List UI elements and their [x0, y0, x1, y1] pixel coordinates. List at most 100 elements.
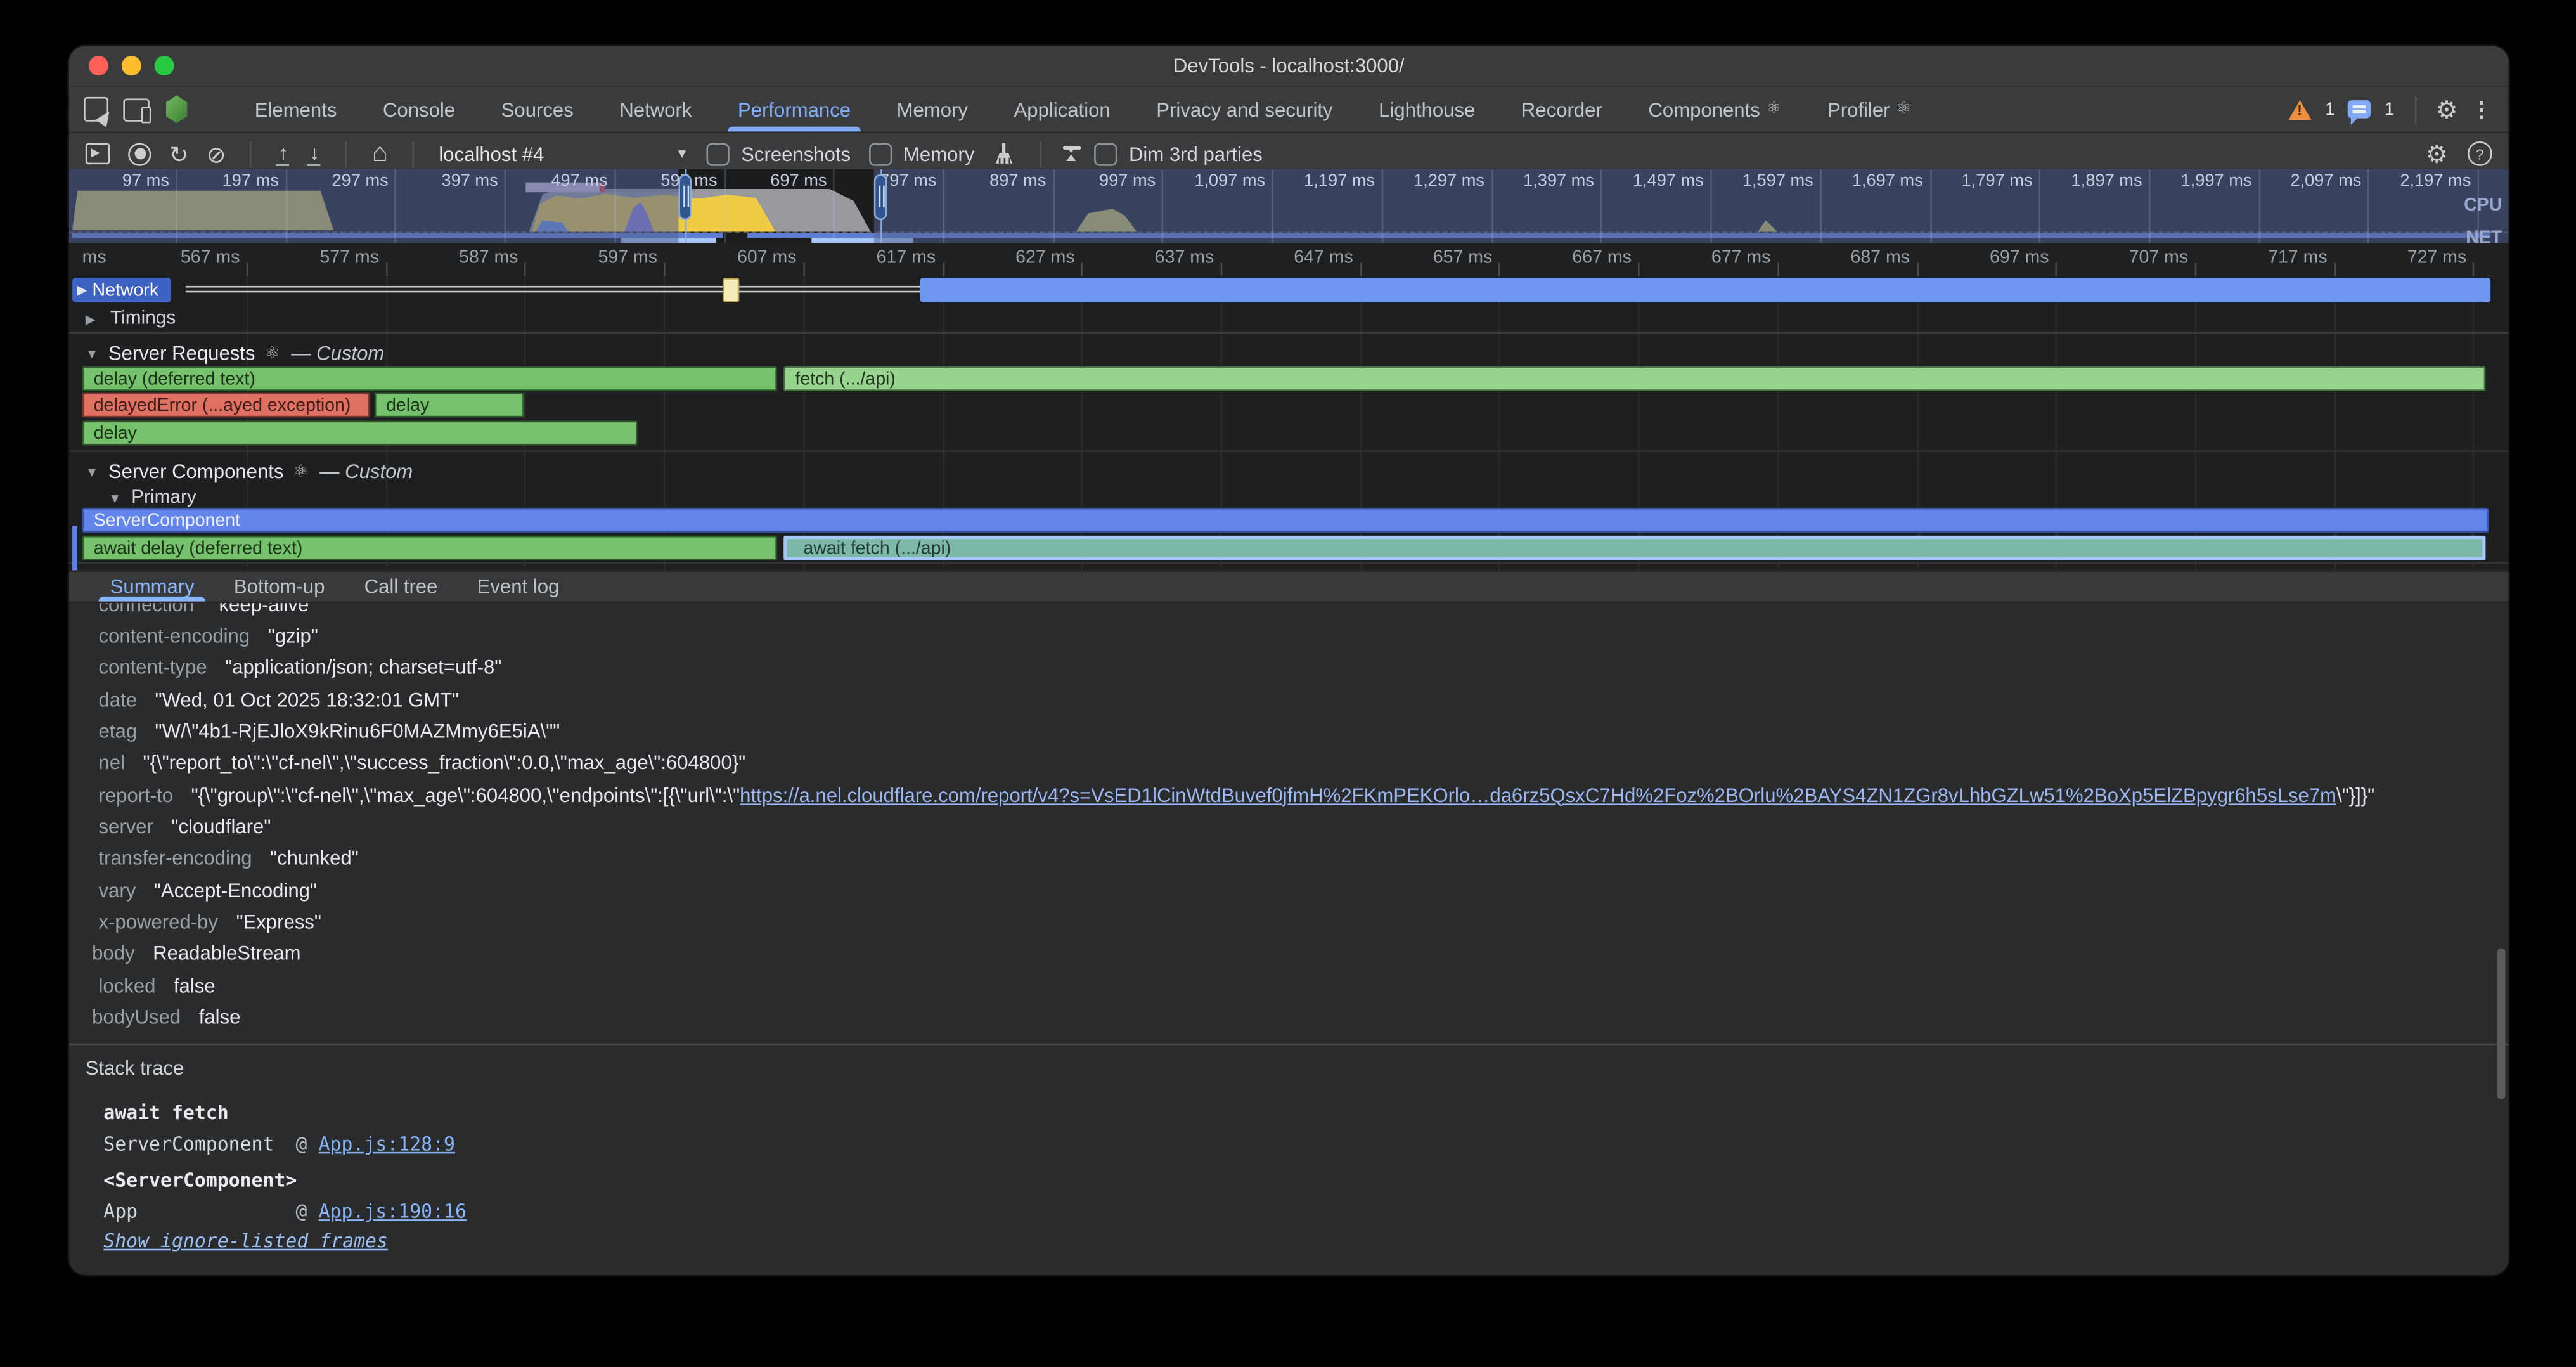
property-value: "chunked" — [270, 846, 359, 869]
network-request-bar[interactable] — [920, 278, 2490, 302]
track-server-components[interactable]: ▼ Server Components ⚛ — Custom — [86, 460, 413, 483]
flame-chart[interactable]: ▶ Network ▶ Timings ▼ Server Requests ⚛ … — [69, 276, 2509, 570]
more-options-icon[interactable]: ⋮ — [2471, 96, 2492, 122]
warning-count[interactable]: 1 — [2325, 100, 2335, 119]
tab-application[interactable]: Application — [991, 87, 1133, 131]
caret-down-icon: ▼ — [86, 346, 99, 361]
section-divider — [69, 1044, 2509, 1046]
checkbox-box[interactable] — [869, 142, 892, 165]
property-value: "gzip" — [268, 625, 318, 647]
property-key: content-encoding — [99, 625, 250, 647]
event-bar-await-fetch-api[interactable]: await fetch (.../api) — [783, 535, 2485, 560]
frame-name: await fetch — [103, 1100, 295, 1123]
tab-components[interactable]: Components⚛ — [1625, 87, 1805, 131]
inspect-element-icon[interactable] — [84, 97, 108, 122]
tab-elements[interactable]: Elements — [231, 87, 359, 131]
tab-recorder[interactable]: Recorder — [1498, 87, 1626, 131]
tab-summary[interactable]: Summary — [91, 572, 214, 602]
tab-console[interactable]: Console — [360, 87, 479, 131]
tab-label: Privacy and security — [1156, 98, 1332, 120]
overview-ruler-label: 1,497 ms — [1618, 171, 1704, 191]
timeline-overview[interactable]: 97 ms197 ms297 ms397 ms497 ms597 ms697 m… — [69, 169, 2509, 243]
live-metrics-home-icon[interactable]: ⌂ — [372, 142, 388, 165]
selection-handle-left[interactable] — [678, 174, 692, 221]
warning-icon[interactable] — [2289, 100, 2312, 119]
tab-label: Console — [383, 98, 455, 120]
event-bar-delay[interactable]: delay — [375, 392, 524, 417]
net-band-label: NET — [2466, 228, 2502, 243]
overview-ruler-label: 1,397 ms — [1509, 171, 1594, 191]
checkbox-box[interactable] — [1095, 142, 1117, 165]
react-atom-icon: ⚛ — [265, 344, 280, 363]
tab-lighthouse[interactable]: Lighthouse — [1356, 87, 1498, 131]
save-profile-icon[interactable]: ↓ — [308, 141, 321, 166]
tab-profiler[interactable]: Profiler⚛ — [1805, 87, 1935, 131]
device-toolbar-icon[interactable] — [123, 98, 149, 120]
load-profile-icon[interactable]: ↑ — [277, 141, 290, 166]
tab-event-log[interactable]: Event log — [458, 572, 579, 602]
event-bar-servercomponent[interactable]: ServerComponent — [82, 508, 2489, 533]
ruler-label: 647 ms — [1251, 248, 1353, 268]
tab-label: Components — [1648, 98, 1760, 120]
event-bar-delay[interactable]: delay — [82, 421, 638, 446]
checkbox-box[interactable] — [707, 142, 730, 165]
overview-ruler-label: 397 ms — [413, 171, 498, 191]
track-network[interactable]: ▶ Network — [72, 278, 171, 302]
collect-garbage-icon[interactable] — [993, 142, 1015, 165]
screenshots-checkbox[interactable]: Screenshots — [707, 142, 851, 165]
overview-ruler-label: 1,697 ms — [1838, 171, 1923, 191]
dim-3rd-parties-checkbox[interactable]: Dim 3rd parties — [1095, 142, 1263, 165]
source-location-link[interactable]: App.js:128:9 — [319, 1132, 455, 1155]
toggle-sidebar-icon[interactable] — [86, 143, 110, 164]
track-drag-handle[interactable] — [174, 280, 188, 301]
report-to-url-link[interactable]: https://a.nel.cloudflare.com/report/v4?s… — [740, 783, 2336, 806]
caret-right-icon: ▶ — [86, 312, 96, 327]
overview-ruler-label: 2,197 ms — [2386, 171, 2471, 191]
track-primary[interactable]: ▼ Primary — [108, 488, 196, 508]
event-bar-delayederror-ayed-exception[interactable]: delayedError (...ayed exception) — [82, 392, 370, 417]
event-bar-delay-deferred-text[interactable]: delay (deferred text) — [82, 366, 777, 391]
tab-bottom-up[interactable]: Bottom-up — [214, 572, 345, 602]
message-count[interactable]: 1 — [2385, 100, 2395, 119]
ruler-label: 607 ms — [695, 248, 797, 268]
ruler-tick — [385, 263, 387, 276]
track-server-requests[interactable]: ▼ Server Requests ⚛ — Custom — [86, 342, 385, 365]
capture-settings-gear-icon[interactable]: ⚙ — [2426, 139, 2448, 169]
tab-label: Network — [619, 98, 692, 120]
property-key: report-to — [99, 783, 174, 806]
node-icon[interactable] — [164, 95, 189, 123]
summary-row-transfer-encoding: transfer-encoding"chunked" — [69, 843, 2509, 874]
event-bar-fetch-api[interactable]: fetch (.../api) — [783, 366, 2485, 391]
tab-sources[interactable]: Sources — [478, 87, 596, 131]
summary-pane[interactable]: connection"keep-alive"content-encoding"g… — [69, 603, 2509, 1275]
property-value: "{\"group\":\"cf-nel\",\"max_age\":60480… — [191, 783, 740, 806]
tab-network[interactable]: Network — [596, 87, 715, 131]
settings-gear-icon[interactable]: ⚙ — [2435, 94, 2457, 124]
record-and-reload-icon[interactable]: ↻ — [169, 142, 188, 165]
source-location-link[interactable]: App.js:190:16 — [319, 1200, 467, 1222]
overview-gridline — [176, 169, 177, 243]
stack-trace-title: Stack trace — [86, 1057, 184, 1080]
property-value: "W/\"4b1-RjEJloX9kRinu6F0MAZMmy6E5iA\"" — [155, 720, 560, 742]
tab-memory[interactable]: Memory — [873, 87, 991, 131]
summary-row-x-powered-by: x-powered-by"Express" — [69, 906, 2509, 938]
clear-icon[interactable]: ⊘ — [207, 142, 226, 165]
profile-select[interactable]: localhost #4 ▼ — [439, 142, 688, 165]
tab-label: Performance — [738, 98, 851, 120]
collapse-tracks-icon[interactable] — [1066, 146, 1076, 162]
tab-call-tree[interactable]: Call tree — [345, 572, 458, 602]
property-key: body — [92, 942, 134, 965]
timeline-ruler[interactable]: ms 567 ms577 ms587 ms597 ms607 ms617 ms6… — [69, 243, 2509, 278]
help-icon[interactable]: ? — [2468, 141, 2492, 166]
track-timings[interactable]: ▶ Timings — [86, 309, 176, 328]
record-button[interactable] — [128, 142, 151, 165]
selection-handle-right[interactable] — [874, 174, 887, 221]
issues-message-icon[interactable] — [2348, 100, 2371, 119]
network-event-bar[interactable] — [723, 278, 739, 302]
tab-privacy-and-security[interactable]: Privacy and security — [1133, 87, 1356, 131]
vertical-scrollbar[interactable] — [2496, 948, 2504, 1099]
tab-performance[interactable]: Performance — [715, 87, 874, 131]
show-ignore-listed-frames-link[interactable]: Show ignore-listed frames — [103, 1229, 388, 1252]
memory-checkbox[interactable]: Memory — [869, 142, 975, 165]
event-bar-await-delay-deferred-text[interactable]: await delay (deferred text) — [82, 535, 777, 560]
